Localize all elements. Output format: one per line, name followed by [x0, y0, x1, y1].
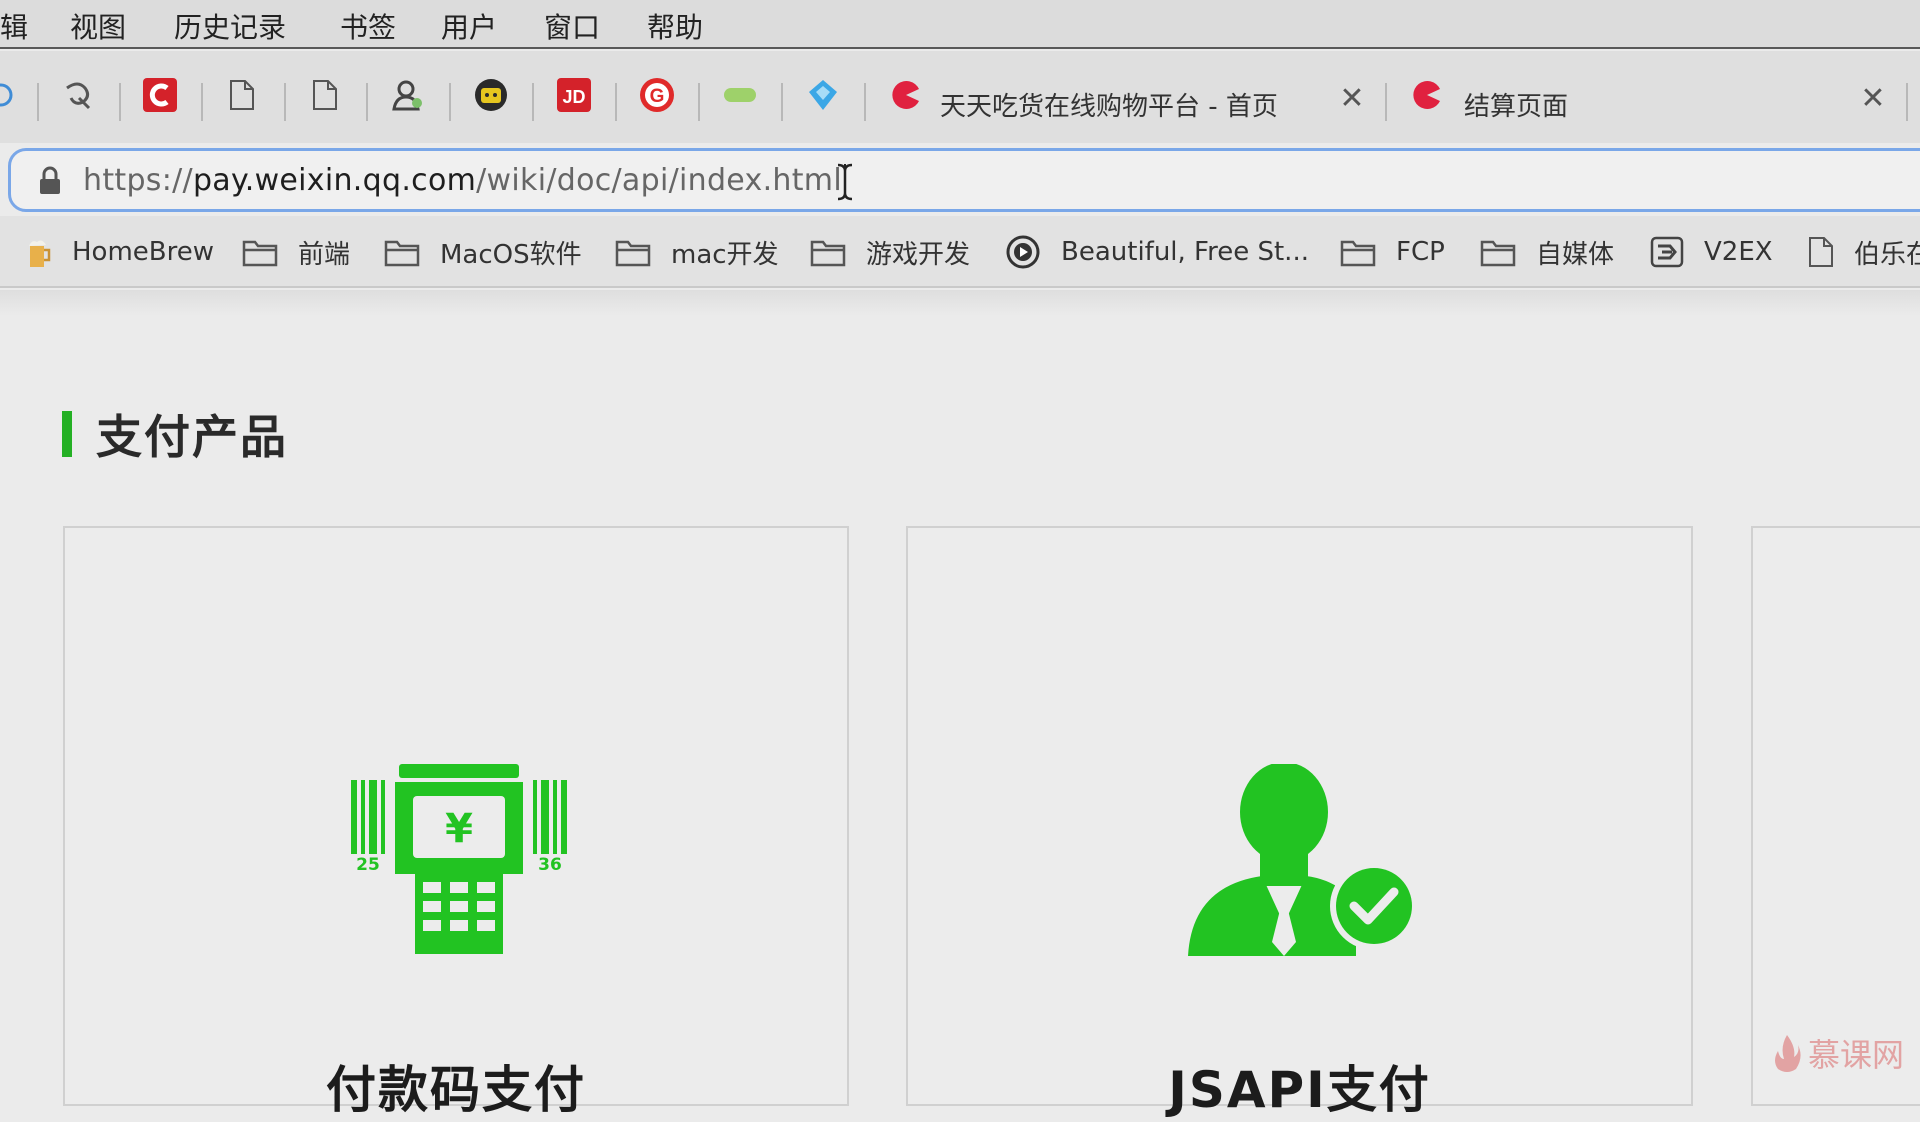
pos-terminal-icon: ¥ 25 36: [351, 764, 567, 954]
tab-close-button[interactable]: ✕: [1855, 81, 1891, 117]
pos-number-left: 25: [356, 855, 380, 875]
bookmark-label: V2EX: [1704, 237, 1773, 267]
section-accent-bar: [62, 411, 72, 457]
tab-separator: [615, 83, 617, 121]
product-card-payment-code[interactable]: ¥ 25 36 付款码支付: [63, 526, 849, 1119]
tab-separator: [284, 83, 286, 121]
tab-separator: [1906, 83, 1908, 121]
bookmark-label: FCP: [1396, 237, 1445, 267]
bookmark-beautiful-free-stock[interactable]: Beautiful, Free St...: [1005, 232, 1309, 272]
tab-strip: JD G 天天吃货在线购物平台 - 首页 ✕ 结算页面 ✕: [0, 51, 1920, 143]
bookmark-folder-frontend[interactable]: 前端: [242, 232, 350, 272]
tab-title-home[interactable]: 天天吃货在线购物平台 - 首页: [940, 86, 1278, 123]
tab-separator: [781, 83, 783, 121]
product-card-partial[interactable]: [1751, 526, 1920, 1106]
menu-bar: 辑 视图 历史记录 书签 用户 窗口 帮助: [0, 0, 1920, 49]
tab-separator: [532, 83, 534, 121]
bookmark-label: 前端: [298, 239, 351, 270]
pos-number-right: 36: [538, 855, 562, 875]
card-title: JSAPI支付: [1168, 1061, 1431, 1119]
menu-help[interactable]: 帮助: [647, 6, 703, 46]
pinned-tab-tv-icon[interactable]: [471, 75, 511, 115]
menu-history[interactable]: 历史记录: [174, 6, 286, 46]
verified-user-icon: [1188, 764, 1418, 956]
tab-separator: [864, 83, 866, 121]
tab-separator: [37, 83, 39, 121]
tab-separator: [366, 83, 368, 121]
i-beam-cursor-icon: [837, 163, 853, 201]
bookmark-label: 伯乐在: [1854, 239, 1920, 270]
folder-icon: [384, 240, 420, 267]
watermark: 慕课网: [1772, 1030, 1904, 1076]
url-scheme: https://: [83, 163, 193, 198]
bookmark-label: 自媒体: [1536, 239, 1615, 270]
menu-bookmarks[interactable]: 书签: [340, 6, 396, 46]
tab-separator: [119, 83, 121, 121]
menu-view[interactable]: 视图: [70, 6, 126, 46]
menu-user[interactable]: 用户: [441, 6, 497, 46]
play-circle-icon: [1006, 235, 1040, 269]
page-icon: [1809, 237, 1833, 267]
product-card-jsapi[interactable]: JSAPI支付: [906, 526, 1693, 1119]
bookmark-bole[interactable]: 伯乐在: [1808, 232, 1920, 272]
pinned-tab-page-icon[interactable]: [305, 75, 345, 115]
pinned-tab-page-icon[interactable]: [222, 75, 262, 115]
bookmark-folder-mac-dev[interactable]: mac开发: [615, 232, 779, 272]
bookmarks-bar: HomeBrew 前端 MacOS软件 mac开发 游戏开发 Beautiful…: [0, 216, 1920, 288]
tab-favicon-icon: [1407, 75, 1447, 115]
bookmark-folder-fcp[interactable]: FCP: [1340, 232, 1445, 272]
bookmark-folder-macos-software[interactable]: MacOS软件: [384, 232, 582, 272]
url-text[interactable]: https://pay.weixin.qq.com/wiki/doc/api/i…: [83, 163, 846, 198]
bookmark-folder-game-dev[interactable]: 游戏开发: [810, 232, 970, 272]
pinned-tab-pill-icon[interactable]: [720, 75, 760, 115]
page-top-shadow: [0, 290, 1920, 316]
folder-icon: [1480, 240, 1516, 267]
tab-favicon-icon: [886, 75, 926, 115]
v2ex-icon: [1650, 236, 1684, 268]
pinned-tab-user-icon[interactable]: [388, 75, 428, 115]
tab-separator: [1385, 83, 1387, 121]
menu-edit[interactable]: 辑: [0, 6, 28, 46]
card-title: 付款码支付: [326, 1061, 586, 1119]
pinned-tab-edge-icon[interactable]: [0, 75, 22, 115]
lock-icon: [40, 166, 60, 194]
flame-logo-icon: [1775, 1035, 1801, 1072]
bookmark-label: Beautiful, Free St...: [1061, 237, 1309, 267]
tab-separator: [201, 83, 203, 121]
pinned-tab-swirl-icon[interactable]: [58, 75, 98, 115]
pinned-tab-jd-icon[interactable]: JD: [554, 75, 594, 115]
pinned-tab-diamond-icon[interactable]: [803, 75, 843, 115]
section-heading: 支付产品: [62, 408, 288, 464]
tab-title-checkout[interactable]: 结算页面: [1464, 86, 1568, 123]
folder-icon: [1340, 240, 1376, 267]
folder-icon: [242, 240, 278, 267]
beer-icon: [29, 240, 51, 267]
pinned-tab-c-icon[interactable]: [140, 75, 180, 115]
url-path: /wiki/doc/api/index.html: [476, 163, 842, 198]
tab-close-button[interactable]: ✕: [1334, 81, 1370, 117]
bookmark-label: 游戏开发: [866, 239, 971, 270]
bookmark-label: mac开发: [671, 239, 779, 270]
folder-icon: [810, 240, 846, 267]
svg-text:JD: JD: [562, 87, 585, 107]
bookmark-folder-self-media[interactable]: 自媒体: [1480, 232, 1614, 272]
bookmark-label: HomeBrew: [72, 237, 214, 267]
bookmark-label: MacOS软件: [440, 239, 582, 270]
section-title: 支付产品: [96, 410, 288, 464]
menu-window[interactable]: 窗口: [544, 6, 600, 46]
bookmark-v2ex[interactable]: V2EX: [1650, 232, 1773, 272]
pinned-tab-g-icon[interactable]: G: [637, 75, 677, 115]
folder-icon: [615, 240, 651, 267]
address-bar[interactable]: https://pay.weixin.qq.com/wiki/doc/api/i…: [8, 148, 1920, 212]
tab-separator: [698, 83, 700, 121]
bookmark-homebrew[interactable]: HomeBrew: [24, 232, 214, 272]
tab-separator: [449, 83, 451, 121]
svg-text:G: G: [650, 86, 665, 107]
currency-symbol: ¥: [445, 806, 473, 852]
url-host: pay.weixin.qq.com: [192, 163, 477, 198]
watermark-text: 慕课网: [1808, 1036, 1905, 1074]
